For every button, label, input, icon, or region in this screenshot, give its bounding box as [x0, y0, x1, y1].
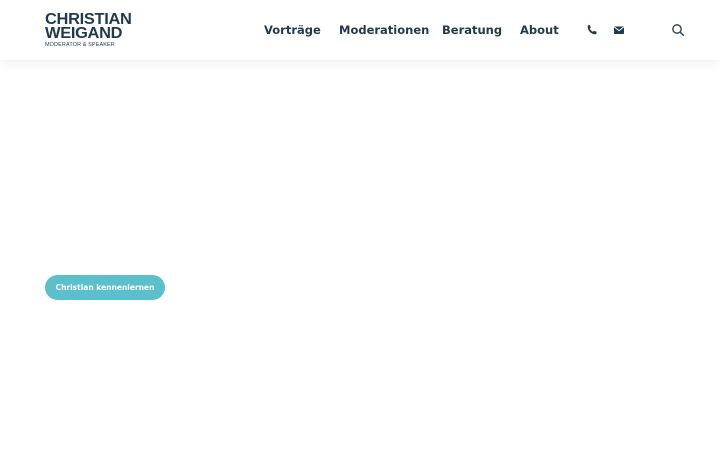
envelope-icon[interactable] — [611, 22, 627, 38]
site-header: CHRISTIAN WEIGAND MODERATOR & SPEAKER Vo… — [0, 0, 720, 60]
search-icon[interactable] — [670, 22, 686, 38]
logo-name-last: WEIGAND — [45, 25, 123, 42]
phone-icon[interactable] — [584, 22, 600, 38]
nav-item-moderationen[interactable]: Moderationen — [339, 0, 429, 60]
meet-christian-button[interactable]: Christian kennenlernen — [45, 275, 165, 300]
nav-item-about[interactable]: About — [520, 0, 559, 60]
nav-item-vortraege[interactable]: Vorträge — [264, 0, 321, 60]
logo[interactable]: CHRISTIAN WEIGAND MODERATOR & SPEAKER — [45, 12, 135, 49]
nav-item-beratung[interactable]: Beratung — [442, 0, 502, 60]
logo-tagline: MODERATOR & SPEAKER — [45, 42, 115, 48]
